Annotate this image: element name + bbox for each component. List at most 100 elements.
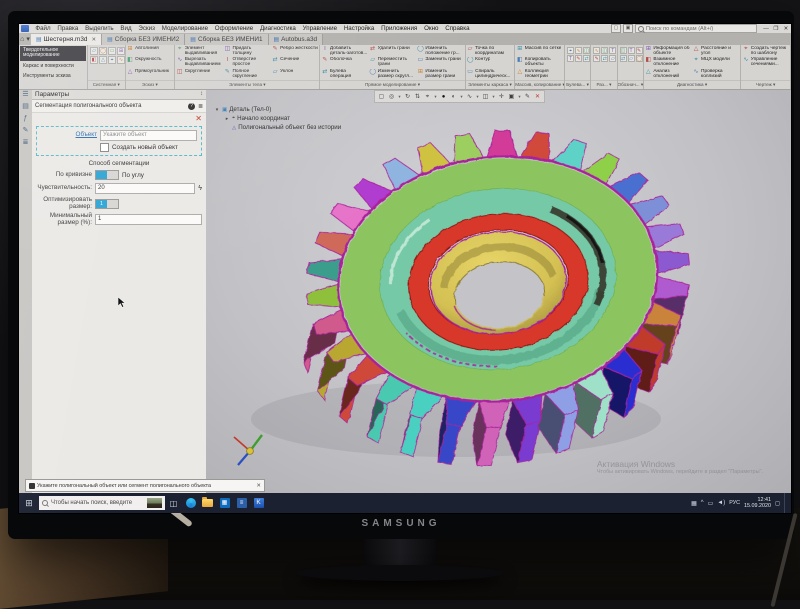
ribbon-tool-icon[interactable]: △ [99, 56, 107, 64]
ribbon-button[interactable]: ⊞Автолиния [127, 46, 174, 57]
command-search-input[interactable]: Поиск по командам (Alt+/) [635, 24, 757, 33]
menu-item-12[interactable]: Окно [421, 25, 442, 32]
ribbon-button[interactable]: ∿Проверка коллизий [693, 69, 740, 80]
cancel-icon[interactable]: ✕ [533, 92, 542, 102]
ribbon-button[interactable]: ⌖Элемент выдавливания [176, 46, 223, 57]
hidden-icons-chevron[interactable]: ^ [701, 500, 704, 506]
ribbon-button[interactable]: ▭Спираль цилиндрическ... [467, 69, 514, 80]
close-button[interactable]: ✕ [781, 25, 791, 33]
help-icon[interactable]: ? [188, 103, 195, 110]
edit-icon[interactable]: ✎ [523, 92, 532, 102]
tray-app-icon[interactable]: ▦ [691, 500, 697, 507]
ribbon-tool-icon[interactable]: ⇄ [583, 55, 590, 62]
ribbon-button[interactable]: ◧Копировать объекты [516, 57, 563, 68]
mode-button[interactable]: Каркас и поверхности [20, 62, 86, 71]
ribbon-tool-icon[interactable]: ◧ [90, 56, 98, 64]
menu-item-7[interactable]: Оформление [211, 25, 256, 32]
ribbon-button[interactable]: ▱Уклон [272, 69, 319, 80]
ribbon-tool-icon[interactable]: ◯ [636, 55, 643, 62]
ribbon-tool-icon[interactable]: ✎ [575, 55, 582, 62]
ribbon-tool-icon[interactable]: ▱ [628, 55, 635, 62]
ribbon-button[interactable]: ⇄Сечение [272, 57, 319, 68]
ribbon-button[interactable]: ⊞Изменить размер грани [417, 69, 464, 80]
home-tab-icon[interactable]: ⌂ ▾ [19, 34, 31, 45]
sensitivity-input[interactable]: 20 [95, 183, 195, 194]
selection-frame-icon[interactable]: ▢ [377, 92, 386, 102]
ribbon-button[interactable]: TДобавить деталь-заготов... [321, 46, 368, 57]
start-button[interactable]: ⊞ [19, 498, 39, 509]
ribbon-button[interactable]: △Коллекция геометрии [516, 69, 563, 80]
dropdown-arrow-icon[interactable]: ▾ [517, 92, 522, 102]
dropdown-arrow-icon[interactable]: ▾ [491, 92, 496, 102]
mode-button[interactable]: Твердотельное моделирование [20, 46, 86, 61]
method-toggle[interactable] [95, 170, 119, 180]
ribbon-button[interactable]: ⇄Удалить грани [369, 46, 416, 57]
ribbon-button[interactable]: ◧Окружность [127, 57, 174, 68]
ribbon-tool-icon[interactable]: ∿ [593, 47, 600, 54]
dropdown-arrow-icon[interactable]: ▾ [475, 92, 480, 102]
halfshade-mode-icon[interactable]: ◐ [449, 92, 458, 102]
ribbon-tool-icon[interactable]: ⇄ [620, 55, 627, 62]
shaded-mode-icon[interactable]: ● [439, 92, 448, 102]
ribbon-tool-icon[interactable]: ✎ [593, 55, 600, 62]
ribbon-tool-icon[interactable]: T [609, 47, 616, 54]
menu-item-1[interactable]: Файл [32, 25, 54, 32]
ribbon-tool-icon[interactable]: ◫ [583, 47, 590, 54]
3d-model-gear[interactable] [206, 89, 791, 493]
show-desktop-button[interactable] [784, 493, 788, 513]
edge-icon[interactable] [182, 493, 199, 513]
ribbon-tool-icon[interactable]: ⌖ [108, 56, 116, 64]
language-indicator[interactable]: РУС [729, 500, 740, 506]
viewport[interactable]: ▢◎▾↻⇅⌖▾●◐▾∿▾◫▾✛▣▾✎✕ ▾▣Деталь (Тел-0)▸⌖На… [206, 89, 791, 493]
fx-panel-icon[interactable]: ƒ [19, 113, 32, 125]
ribbon-tool-icon[interactable]: ▭ [108, 47, 116, 55]
ribbon-tool-icon[interactable]: ◯ [99, 47, 107, 55]
menu-item-4[interactable]: Вид [117, 25, 135, 32]
orientation-icon[interactable]: ⌖ [423, 92, 432, 102]
menu-item-11[interactable]: Приложения [378, 25, 421, 32]
minimize-button[interactable]: — [761, 25, 771, 33]
tree-item[interactable]: ▸⌖Начало координат [214, 114, 341, 123]
document-app-icon[interactable]: ≡ [233, 493, 250, 513]
ribbon-button[interactable]: ✎Оболочка [321, 57, 368, 68]
menu-item-10[interactable]: Настройка [340, 25, 377, 32]
ribbon-button[interactable]: ▱Точка по координатам [467, 46, 514, 57]
object-input[interactable]: Укажите объект [100, 130, 197, 141]
ribbon-tool-icon[interactable]: ⌖ [567, 47, 574, 54]
dropdown-arrow-icon[interactable]: ▾ [459, 92, 464, 102]
document-tab[interactable]: ▤Autobus.a3d [269, 34, 324, 45]
document-tab[interactable]: ▤Шестерня.m3d✕ [31, 34, 102, 45]
clock[interactable]: 12:4115.09.2020 [744, 497, 771, 509]
ribbon-button[interactable]: ⊞Массив по сетке [516, 46, 563, 57]
document-tab[interactable]: ▤Сборка БЕЗ ИМЕНИ2 [102, 34, 185, 45]
object-link[interactable]: Объект [41, 132, 97, 139]
tree-expander-icon[interactable]: ▸ [224, 116, 230, 122]
restore-button[interactable]: ❐ [771, 25, 781, 33]
tree-expander-icon[interactable]: ▾ [214, 107, 220, 113]
action-center-icon[interactable]: ◻ [775, 500, 780, 507]
ribbon-button[interactable]: ⊞Информация об объекте [645, 46, 692, 57]
section-view-icon[interactable]: ◫ [481, 92, 490, 102]
ribbon-button[interactable]: ▱Переместить грани [369, 57, 416, 68]
ribbon-button[interactable]: ◧Взаимное отклонение [645, 57, 692, 68]
store-icon[interactable]: ▦ [216, 493, 233, 513]
ribbon-tool-icon[interactable]: ⊞ [117, 47, 125, 55]
ribbon-button[interactable]: △Анализ отклонений [645, 69, 692, 80]
ribbon-tool-icon[interactable]: ◫ [601, 47, 608, 54]
layers-panel-icon[interactable]: ≣ [19, 137, 32, 149]
snap-icon[interactable]: ∿ [465, 92, 474, 102]
ribbon-button[interactable]: △Прямоугольник [127, 69, 174, 80]
menu-item-3[interactable]: Выделить [82, 25, 117, 32]
ribbon-button[interactable]: △Расстояние и угол [693, 46, 740, 57]
ribbon-button[interactable]: ◫Придать толщину [224, 46, 271, 57]
panels-button[interactable]: ▣ [623, 24, 633, 33]
ribbon-button[interactable]: ◯Изменить положение гр... [417, 46, 464, 57]
ribbon-button[interactable]: ⌖Создать чертеж по шаблону [742, 46, 789, 57]
sheet-icon[interactable]: ▣ [507, 92, 516, 102]
display-icon[interactable]: ▭ [708, 500, 714, 507]
ribbon-button[interactable]: TОтверстие простое [224, 57, 271, 68]
menu-item-9[interactable]: Управление [299, 25, 340, 32]
options-list-icon[interactable]: ≣ [198, 103, 203, 110]
panel-expand-icon[interactable]: ↕ [200, 91, 203, 97]
style-panel-icon[interactable]: ✎ [19, 125, 32, 137]
